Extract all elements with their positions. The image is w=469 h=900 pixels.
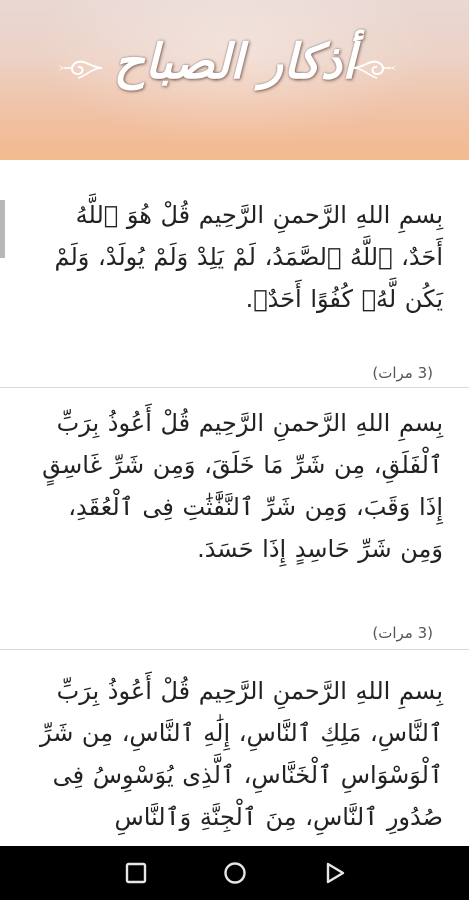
list-item[interactable]: بِسمِ اللهِ الرَّحمنِ الرَّحِيم قُلْ هُو…: [0, 160, 469, 388]
list-item[interactable]: بِسمِ اللهِ الرَّحمنِ الرَّحِيم قُلْ أَع…: [0, 650, 469, 846]
list-item[interactable]: بِسمِ اللهِ الرَّحمنِ الرَّحِيم قُلْ أَع…: [0, 388, 469, 650]
repeat-count: (3 مرات): [372, 624, 433, 642]
home-icon[interactable]: [221, 859, 249, 887]
back-icon[interactable]: [321, 859, 349, 887]
adhkar-list[interactable]: بِسمِ اللهِ الرَّحمنِ الرَّحِيم قُلْ هُو…: [0, 160, 469, 846]
repeat-count: (3 مرات): [372, 364, 433, 382]
dhikr-text: بِسمِ اللهِ الرَّحمنِ الرَّحِيم قُلْ أَع…: [42, 409, 443, 563]
ornament-right-icon: [352, 60, 397, 79]
system-navigation-bar: [0, 846, 469, 900]
dhikr-text: بِسمِ اللهِ الرَّحمنِ الرَّحِيم قُلْ هُو…: [54, 201, 443, 313]
recents-icon[interactable]: [122, 859, 150, 887]
scrollbar[interactable]: [0, 200, 5, 258]
header-banner: أذكار الصباح: [0, 0, 469, 160]
dhikr-text: بِسمِ اللهِ الرَّحمنِ الرَّحِيم قُلْ أَع…: [39, 677, 443, 831]
